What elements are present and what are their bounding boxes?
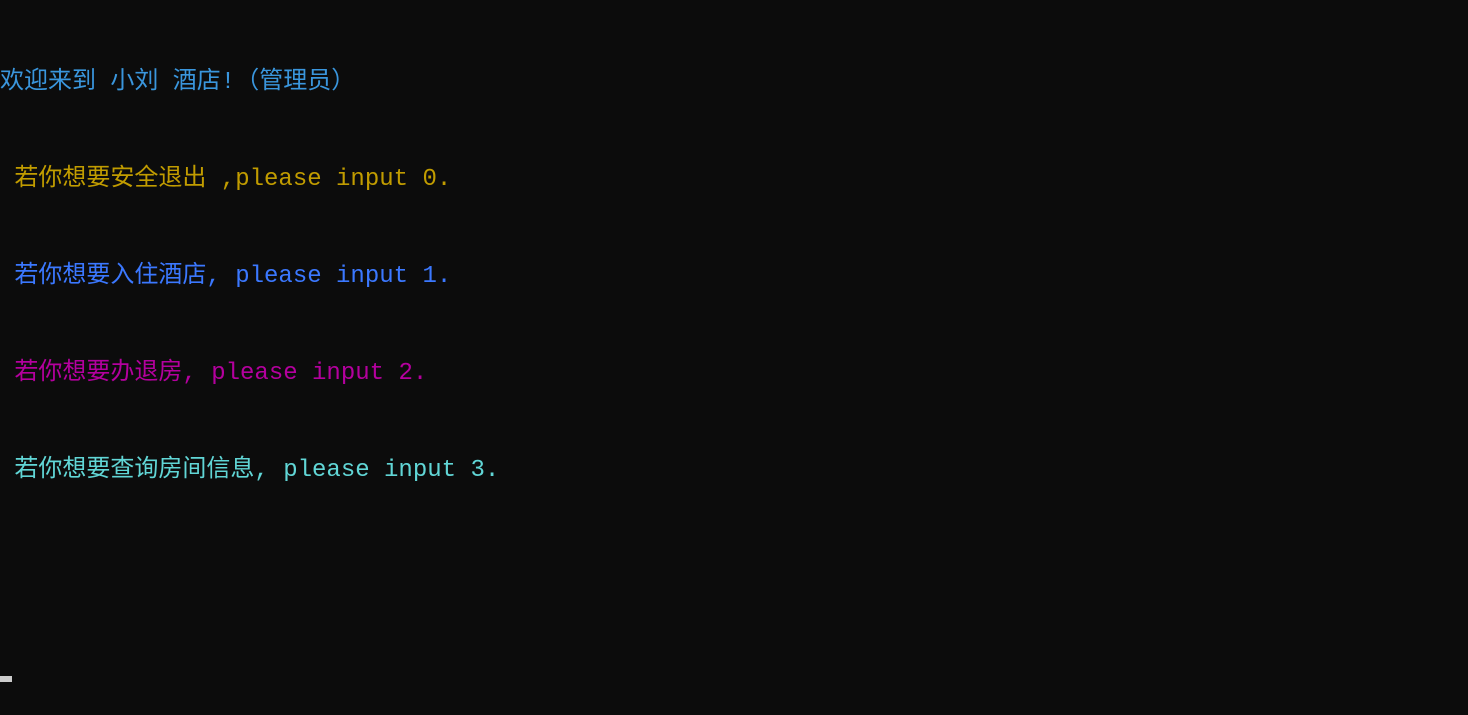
indent-1 [0, 166, 14, 193]
welcome-text: 欢迎来到 小刘 酒店!（管理员） [0, 69, 355, 96]
cursor-icon [0, 676, 12, 682]
option-1-text: 若你想要入住酒店, please input 1. [14, 263, 451, 290]
menu-option-0: 若你想要安全退出 ,please input 0. [0, 164, 1468, 196]
indent-3 [0, 360, 14, 387]
option-0-text: 若你想要安全退出 ,please input 0. [14, 166, 451, 193]
menu-option-2: 若你想要办退房, please input 2. [0, 358, 1468, 390]
option-3-text: 若你想要查询房间信息, please input 3. [14, 457, 499, 484]
indent-2 [0, 263, 14, 290]
terminal-output[interactable]: 欢迎来到 小刘 酒店!（管理员） 若你想要安全退出 ,please input … [0, 0, 1468, 715]
option-2-text: 若你想要办退房, please input 2. [14, 360, 427, 387]
menu-option-3: 若你想要查询房间信息, please input 3. [0, 455, 1468, 487]
input-line[interactable] [0, 650, 1468, 682]
indent-4 [0, 457, 14, 484]
blank-line [0, 553, 1468, 585]
welcome-line: 欢迎来到 小刘 酒店!（管理员） [0, 67, 1468, 99]
menu-option-1: 若你想要入住酒店, please input 1. [0, 261, 1468, 293]
